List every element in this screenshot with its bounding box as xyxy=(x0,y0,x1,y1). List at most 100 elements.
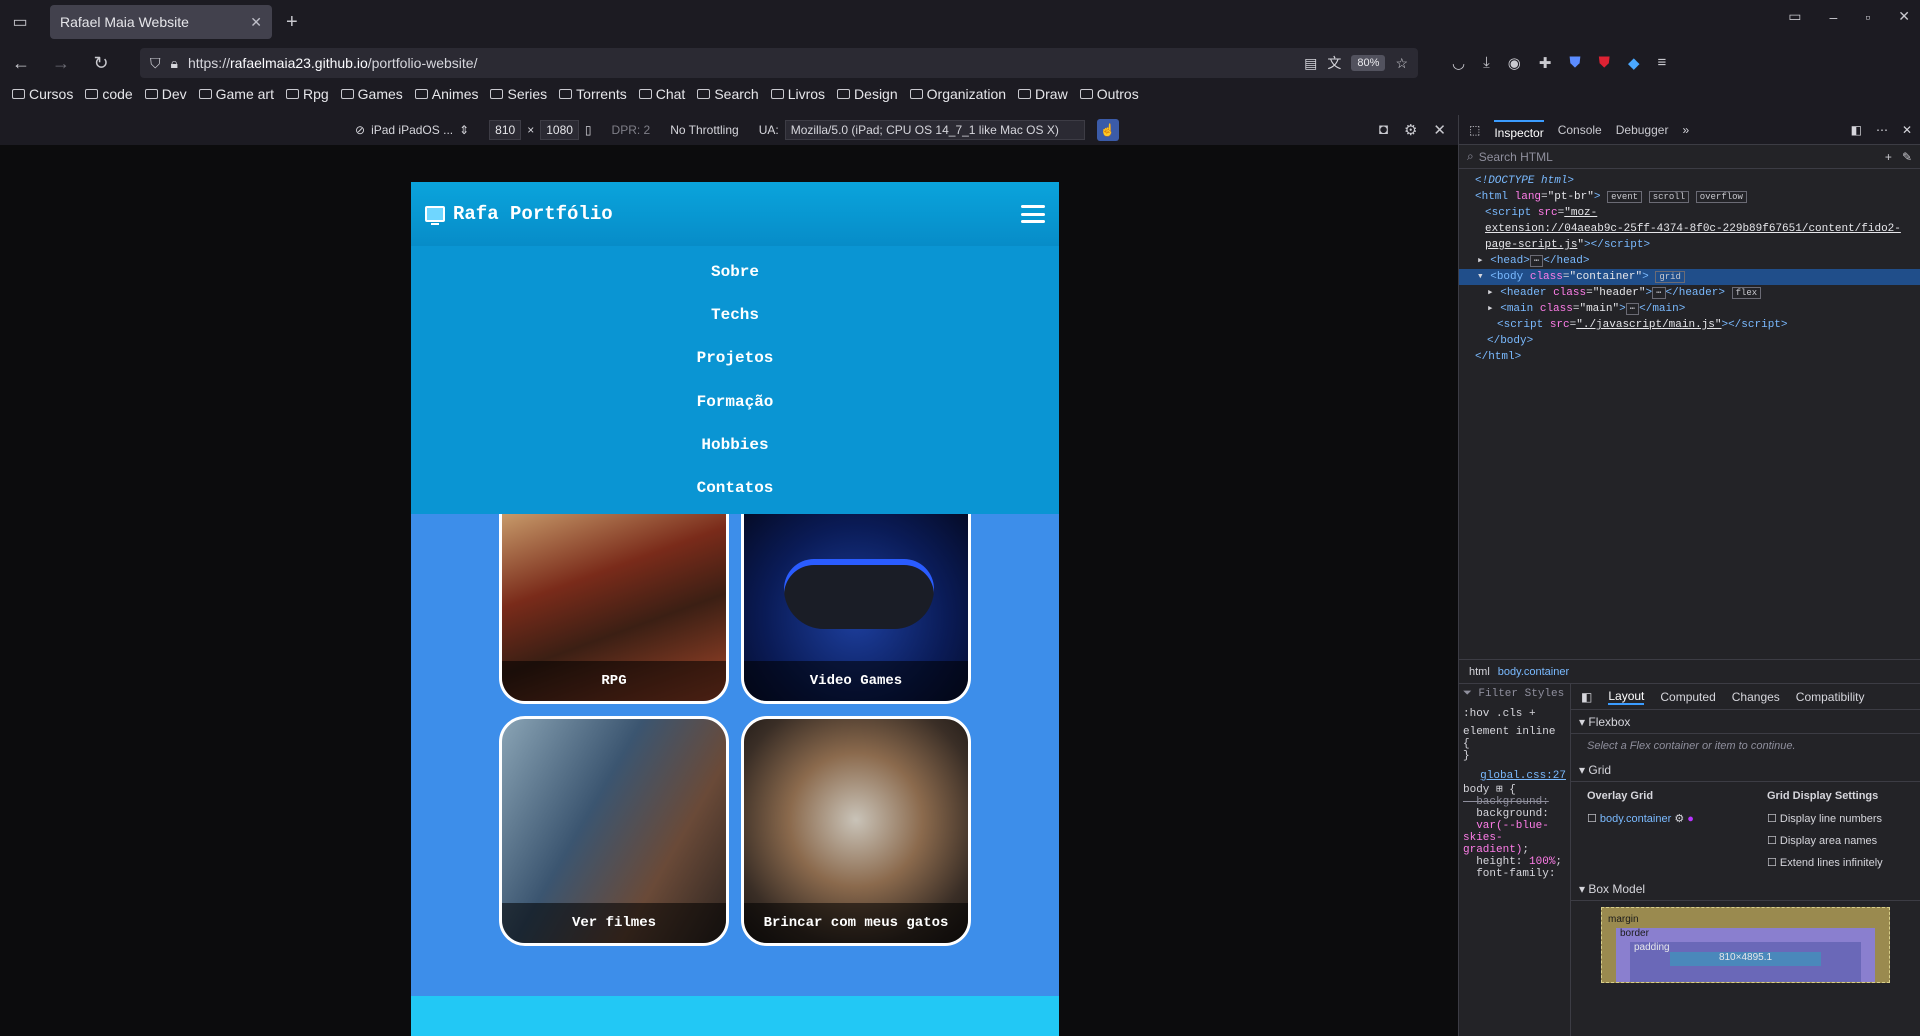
more-tabs-icon[interactable]: » xyxy=(1682,123,1689,137)
pick-element-icon[interactable]: ⬚ xyxy=(1469,123,1480,137)
bookmark-folder[interactable]: Organization xyxy=(909,86,1006,102)
screenshot-icon[interactable]: ◘ xyxy=(1379,121,1388,139)
bookmark-folder[interactable]: code xyxy=(85,86,133,102)
ublock-icon[interactable]: ⛊ xyxy=(1599,54,1610,72)
bookmark-folder[interactable]: Rpg xyxy=(285,86,329,102)
menu-item-formacao[interactable]: Formação xyxy=(411,393,1059,411)
bookmark-folder[interactable]: Torrents xyxy=(559,86,627,102)
shield-icon[interactable]: ⛉ xyxy=(150,55,161,72)
tree-node[interactable]: ▸ <main class="main"> ⋯ </main> xyxy=(1459,301,1920,317)
bookmark-folder[interactable]: Livros xyxy=(770,86,825,102)
touch-simulation-icon[interactable]: ☝ xyxy=(1096,119,1119,141)
tree-node[interactable]: <!DOCTYPE html> xyxy=(1459,173,1920,189)
pocket-icon[interactable]: ◡ xyxy=(1452,54,1465,72)
tree-node[interactable]: </body> xyxy=(1459,333,1920,349)
device-select[interactable]: iPad iPadOS ... xyxy=(371,123,453,137)
width-input[interactable]: 810 xyxy=(489,120,522,140)
tab-layout[interactable]: Layout xyxy=(1608,689,1645,705)
maximize-button[interactable]: ▫ xyxy=(1865,9,1870,25)
tab-changes[interactable]: Changes xyxy=(1732,690,1780,704)
tree-node-selected[interactable]: ▾ <body class="container"> grid xyxy=(1459,269,1920,285)
add-node-icon[interactable]: + xyxy=(1885,150,1892,164)
flexbox-section[interactable]: ▾ Flexbox xyxy=(1571,710,1920,734)
account-icon[interactable]: ◉ xyxy=(1508,54,1521,72)
height-input[interactable]: 1080 xyxy=(540,120,579,140)
dock-icon[interactable]: ◧ xyxy=(1851,123,1862,137)
bookmark-folder[interactable]: Game art xyxy=(198,86,274,102)
card-caption: RPG xyxy=(502,661,726,701)
tab-debugger[interactable]: Debugger xyxy=(1616,123,1669,137)
minimize-button[interactable]: – xyxy=(1830,9,1838,25)
boxmodel-section[interactable]: ▾ Box Model xyxy=(1571,877,1920,901)
tab-compatibility[interactable]: Compatibility xyxy=(1796,690,1865,704)
menu-item-projetos[interactable]: Projetos xyxy=(411,349,1059,367)
tree-node[interactable]: <script src="./javascript/main.js"></scr… xyxy=(1459,317,1920,333)
tab-inspector[interactable]: Inspector xyxy=(1494,119,1544,140)
bookmark-folder[interactable]: Draw xyxy=(1018,86,1068,102)
grid-overlay-item[interactable]: ☐ body.container ⚙ ● xyxy=(1587,812,1767,825)
forward-button[interactable]: → xyxy=(50,53,72,74)
bookmark-folder[interactable]: Outros xyxy=(1079,86,1139,102)
browser-tab[interactable]: Rafael Maia Website ✕ xyxy=(50,5,272,39)
tree-node[interactable]: </html> xyxy=(1459,349,1920,365)
close-window-button[interactable]: ✕ xyxy=(1898,8,1910,25)
close-rdm-icon[interactable]: ✕ xyxy=(1433,121,1446,139)
close-tab-icon[interactable]: ✕ xyxy=(250,14,262,31)
site-logo[interactable]: Rafa Portfólio xyxy=(425,203,613,225)
reader-view-icon[interactable]: ▤ xyxy=(1304,55,1317,72)
tab-overview-icon[interactable]: ▭ xyxy=(1788,8,1801,25)
bookmark-folder[interactable]: Search xyxy=(697,86,759,102)
ua-input[interactable]: Mozilla/5.0 (iPad; CPU OS 14_7_1 like Ma… xyxy=(784,120,1085,140)
hamburger-menu-icon[interactable] xyxy=(1021,205,1045,223)
throttling-select[interactable]: No Throttling xyxy=(670,123,738,137)
breadcrumb-html[interactable]: html xyxy=(1469,666,1490,678)
dpr-select[interactable]: DPR: 2 xyxy=(612,123,651,137)
option-area-names[interactable]: ☐ Display area names xyxy=(1767,834,1883,847)
tab-list-icon[interactable]: ▭ xyxy=(0,12,40,32)
tree-node[interactable]: ▸ <head> ⋯ </head> xyxy=(1459,253,1920,269)
menu-icon[interactable]: ≡ xyxy=(1657,54,1666,72)
grid-section[interactable]: ▾ Grid xyxy=(1571,758,1920,782)
bookmark-star-icon[interactable]: ☆ xyxy=(1395,55,1408,72)
tree-node[interactable]: <html lang="pt-br"> event scroll overflo… xyxy=(1459,189,1920,205)
extensions-icon[interactable]: ✚ xyxy=(1539,54,1552,72)
bookmark-folder[interactable]: Design xyxy=(837,86,898,102)
devtools-menu-icon[interactable]: ⋯ xyxy=(1876,123,1888,137)
bookmark-folder[interactable]: Dev xyxy=(144,86,187,102)
bookmark-folder[interactable]: Cursos xyxy=(12,86,73,102)
bookmark-folder[interactable]: Series xyxy=(490,86,547,102)
html-search[interactable]: ⌕ Search HTML + ✎ xyxy=(1459,145,1920,169)
bookmark-folder[interactable]: Games xyxy=(340,86,403,102)
reload-button[interactable]: ↻ xyxy=(90,53,112,74)
tab-computed[interactable]: Computed xyxy=(1660,690,1715,704)
url-bar[interactable]: ⛉ 🔒︎ https://rafaelmaia23.github.io/port… xyxy=(140,48,1418,78)
filter-styles[interactable]: ⏷ Filter Styles xyxy=(1463,688,1566,700)
option-extend-lines[interactable]: ☐ Extend lines infinitely xyxy=(1767,856,1883,869)
settings-icon[interactable]: ⚙ xyxy=(1404,121,1417,139)
tab-console[interactable]: Console xyxy=(1558,123,1602,137)
menu-item-techs[interactable]: Techs xyxy=(411,306,1059,324)
new-tab-button[interactable]: + xyxy=(286,11,298,34)
toggle-sidebar-icon[interactable]: ◧ xyxy=(1581,690,1592,704)
zoom-badge[interactable]: 80% xyxy=(1351,55,1386,71)
menu-item-sobre[interactable]: Sobre xyxy=(411,263,1059,281)
bookmark-folder[interactable]: Animes xyxy=(414,86,478,102)
tree-node[interactable]: ▸ <header class="header"> ⋯ </header> flex xyxy=(1459,285,1920,301)
breadcrumb-body[interactable]: body.container xyxy=(1498,666,1569,678)
tree-node[interactable]: <script src="moz- xyxy=(1459,205,1920,221)
translate-icon[interactable]: 文 xyxy=(1327,53,1341,73)
eyedropper-icon[interactable]: ✎ xyxy=(1902,150,1912,164)
extension-gem-icon[interactable]: ◆ xyxy=(1628,54,1640,72)
gamepad-image xyxy=(784,559,934,629)
menu-item-hobbies[interactable]: Hobbies xyxy=(411,436,1059,454)
bitwarden-icon[interactable]: ⛊ xyxy=(1569,54,1580,72)
lock-icon[interactable]: 🔒︎ xyxy=(171,55,178,72)
menu-item-contatos[interactable]: Contatos xyxy=(411,479,1059,497)
option-line-numbers[interactable]: ☐ Display line numbers xyxy=(1767,812,1883,825)
downloads-icon[interactable]: ⤓ xyxy=(1483,54,1490,72)
back-button[interactable]: ← xyxy=(10,53,32,74)
close-devtools-icon[interactable]: ✕ xyxy=(1902,123,1912,137)
bookmark-folder[interactable]: Chat xyxy=(638,86,685,102)
rotate-icon[interactable]: ▯ xyxy=(585,123,592,137)
rule-source-link[interactable]: global.css:27 xyxy=(1463,770,1566,782)
